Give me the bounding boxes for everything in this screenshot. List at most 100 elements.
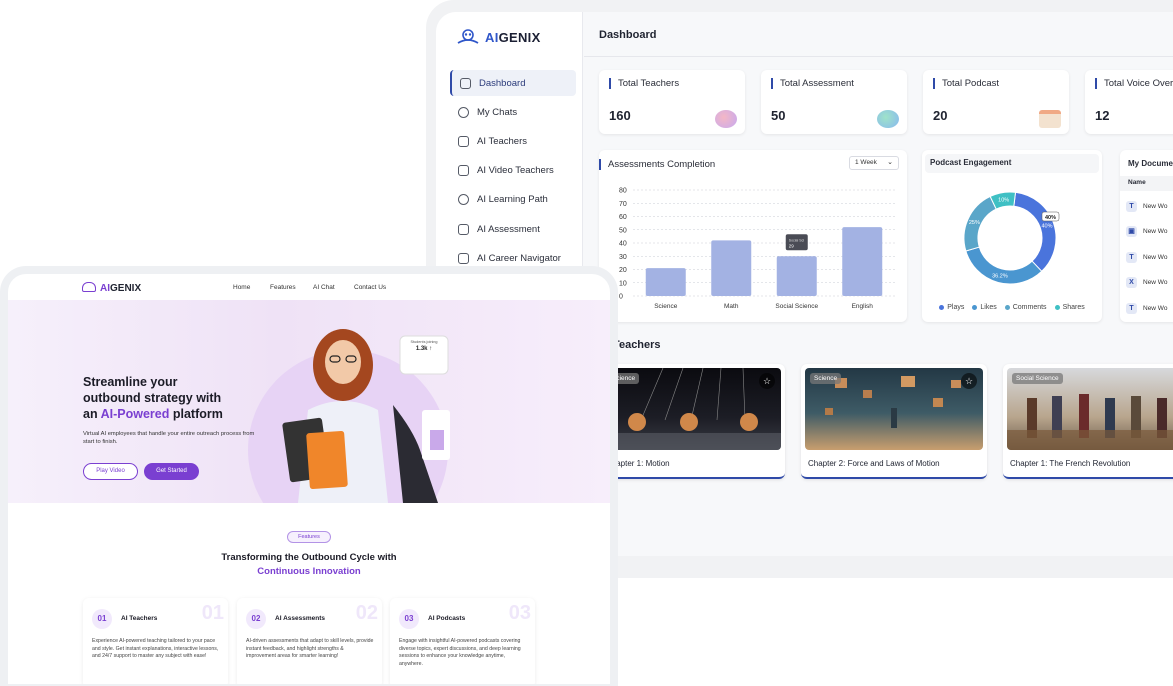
feature-card[interactable]: 02 AI Assessments 02 AI-driven assessmen… [237,598,382,684]
y-tick-label: 70 [619,201,627,208]
feature-description: AI-driven assessments that adapt to skil… [246,638,374,659]
y-tick-label: 50 [619,227,627,234]
y-tick-label: 10 [619,280,627,287]
features-heading-highlight: Continuous Innovation [257,566,361,577]
dashboard-main: Dashboard Total Teachers 160 Total Asses… [584,12,1173,556]
landing-window: AIGENIX Home Features AI Chat Contact Us… [8,274,610,684]
document-row[interactable]: T New Wo [1126,249,1173,265]
legend-label: Comments [1012,304,1047,311]
get-started-button[interactable]: Get Started [144,463,199,480]
legend-item[interactable]: Shares [1054,304,1085,311]
document-row[interactable]: T New Wo [1126,300,1173,316]
hero-highlight: AI-Powered [100,407,170,421]
brand-logo[interactable]: AI GENIX [456,28,541,46]
teacher-card[interactable]: Science ☆ Chapter 1: Motion [599,364,785,479]
bar-english[interactable] [842,227,883,296]
nav-features-link[interactable]: Features [270,284,296,291]
document-name: New Wo [1143,202,1168,210]
stat-value: 12 [1095,108,1110,123]
sidebar-item-my-chats[interactable]: My Chats [450,99,576,125]
star-icon[interactable]: ☆ [759,373,775,389]
feature-card[interactable]: 01 AI Teachers 01 Experience AI-powered … [83,598,228,684]
donut-slice-plays[interactable] [1013,191,1057,273]
sidebar-item-label: My Chats [477,106,518,118]
legend-dot [1054,304,1060,310]
donut-slice-label: 36.2% [992,274,1008,280]
nav-home-link[interactable]: Home [233,284,250,291]
donut-slice-label: 40% [1042,224,1053,230]
legend-item[interactable]: Comments [1004,304,1047,311]
sidebar-item-ai-assessment[interactable]: AI Assessment [450,216,576,242]
subject-tag: Science [810,373,842,384]
sidebar-item-label: AI Teachers [477,135,527,147]
feature-number-watermark: 02 [355,602,378,624]
bar-tooltip: Social Sci29 [785,234,808,251]
document-name: New Wo [1143,253,1168,261]
stat-card-assessment[interactable]: Total Assessment 50 [761,70,907,134]
legend-label: Likes [980,304,997,311]
bar-math[interactable] [711,240,752,296]
stat-value: 50 [771,108,786,123]
x-tick-label: Math [724,303,739,310]
landing-brand-logo[interactable]: AIGENIX [82,282,141,294]
brand-ai: AI [485,29,499,45]
document-row[interactable]: X New Wo [1126,275,1173,291]
teachers-illustration-icon [715,110,737,128]
feature-number: 01 [92,609,112,629]
stat-card-teachers[interactable]: Total Teachers 160 [599,70,745,134]
sidebar-item-label: AI Career Navigator [477,252,561,264]
stat-card-podcast[interactable]: Total Podcast 20 [923,70,1069,134]
document-icon: T [1126,200,1137,212]
hero-headline-line: Streamline your [83,375,178,389]
page-title: Dashboard [599,29,657,41]
document-row[interactable]: ▣ New Wo [1126,224,1173,240]
documents-title: My Docume [1128,159,1173,168]
bar-social-science[interactable] [776,256,817,296]
teacher-card-caption: Chapter 2: Force and Laws of Motion [808,459,940,468]
feature-card[interactable]: 03 AI Podcasts 03 Engage with insightful… [390,598,535,684]
document-row[interactable]: T New Wo [1126,198,1173,214]
donut-slice-label: 25% [969,220,980,226]
star-icon[interactable]: ☆ [961,373,977,389]
feature-title: AI Teachers [121,615,158,622]
sidebar-item-dashboard[interactable]: Dashboard [450,70,576,96]
hero-headline-line: outbound strategy with [83,391,222,405]
header-divider [584,56,1173,57]
legend-label: Shares [1062,304,1085,311]
play-video-button[interactable]: Play Video [83,463,138,480]
sidebar-item-ai-video-teachers[interactable]: AI Video Teachers [450,158,576,184]
video-icon [458,165,469,177]
landing-brand-ai: AI [100,283,110,294]
legend-item[interactable]: Plays [939,304,964,311]
teacher-card[interactable]: Social Science Chapter 1: The French Rev… [1003,364,1173,479]
feature-description: Engage with insightful AI-powered podcas… [399,638,521,667]
nav-contact-link[interactable]: Contact Us [354,284,386,291]
document-icon: ▣ [1126,226,1137,237]
home-icon [460,77,471,89]
sidebar-item-ai-learning-path[interactable]: AI Learning Path [450,187,576,213]
teacher-card-image: Science ☆ [603,368,781,450]
y-tick-label: 80 [619,188,627,195]
legend-dot [972,304,978,310]
subject-tag: Social Science [1012,373,1063,384]
hero-headline-text: an [83,407,101,421]
tooltip-value: 29 [789,243,795,248]
teacher-card[interactable]: Science ☆ Chapter 2: Force and Laws of M… [801,364,987,479]
bar-science[interactable] [645,268,686,296]
stat-value: 160 [609,108,631,123]
sidebar-item-label: AI Video Teachers [477,165,554,177]
stat-card-voice-over[interactable]: Total Voice Over 12 [1085,70,1173,134]
podcast-donut-chart: 40% 36.2% 25% 10% 40% [963,191,1060,285]
brand-name: GENIX [498,29,541,45]
document-icon: T [1126,302,1137,314]
students-badge-value: 1.3k ↑ [415,346,433,352]
nav-ai-chat-link[interactable]: AI Chat [313,284,335,291]
sidebar-item-ai-teachers[interactable]: AI Teachers [450,128,576,154]
legend-item[interactable]: Likes [972,304,997,311]
assessment-illustration-icon [877,110,899,128]
y-tick-label: 20 [619,267,627,274]
document-name: New Wo [1143,304,1168,312]
teacher-card-image: Science ☆ [805,368,983,450]
feature-description: Experience AI-powered teaching tailored … [92,638,219,659]
landing-brand-name: GENIX [110,283,142,294]
